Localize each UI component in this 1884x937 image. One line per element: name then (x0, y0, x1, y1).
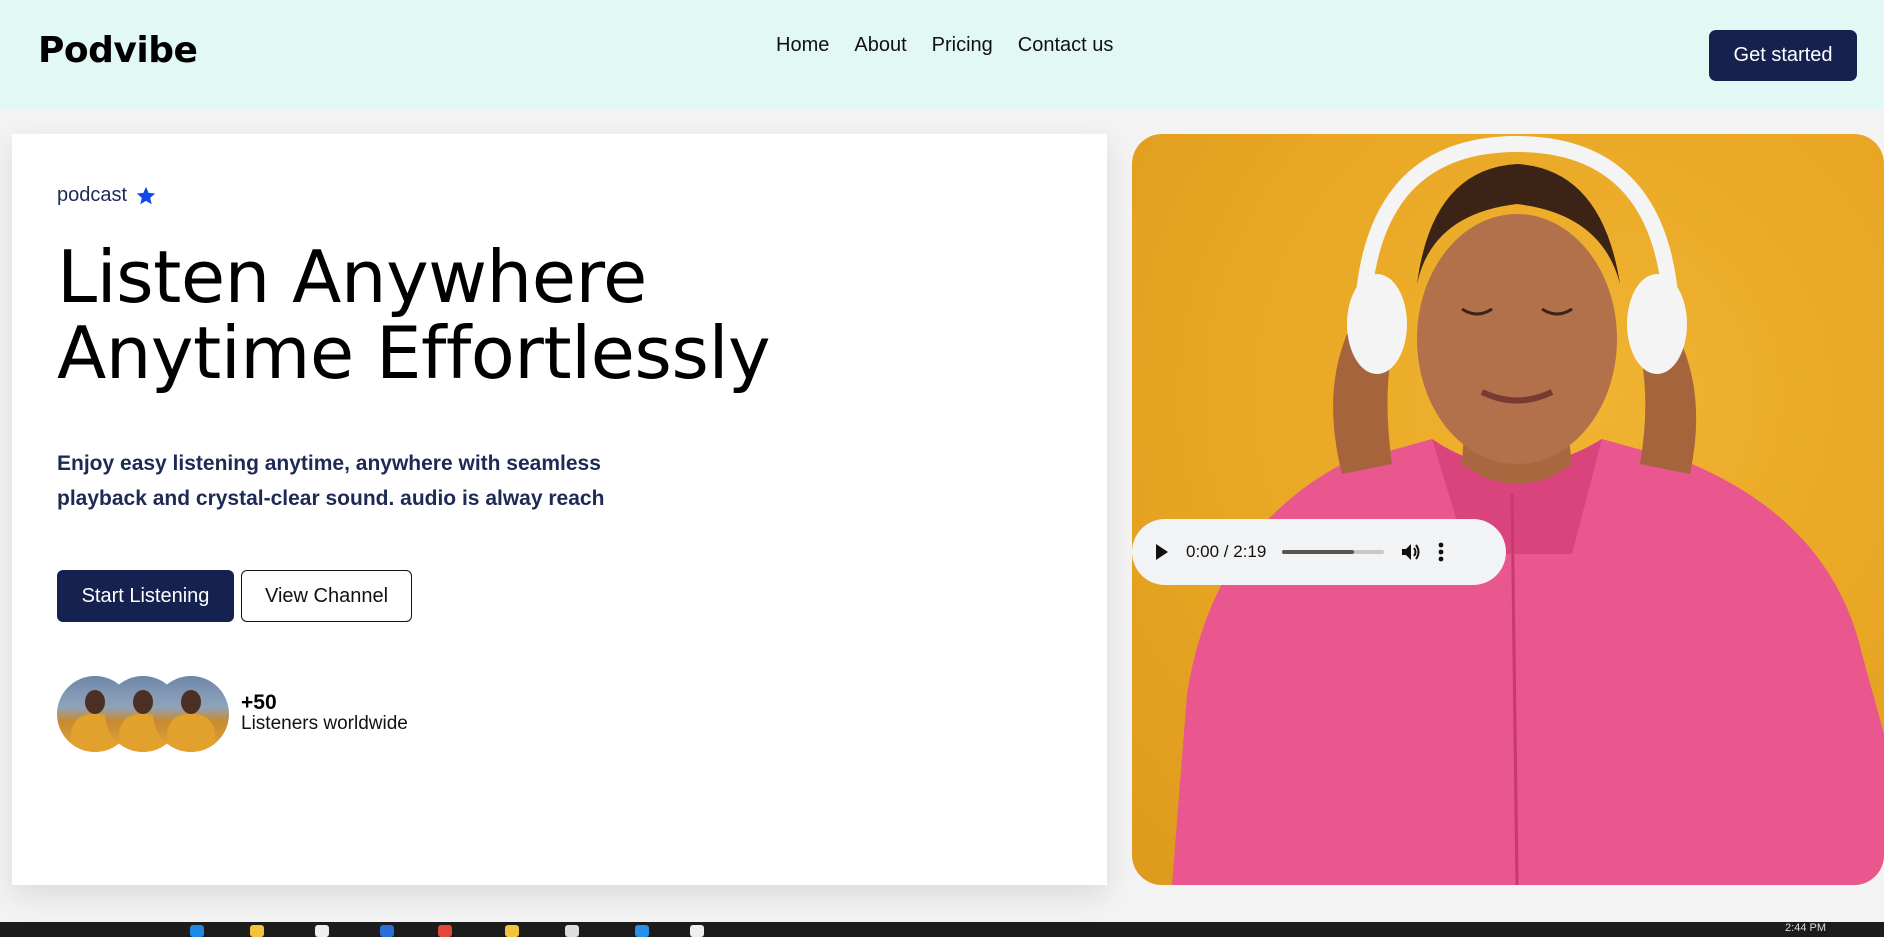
person-with-headphones-image (1172, 135, 1884, 885)
brand-logo[interactable]: Podvibe (38, 30, 198, 71)
audio-seek-bar[interactable] (1282, 550, 1385, 554)
listeners-block: +50 Listeners worldwide (57, 676, 408, 752)
hero-card: podcast Listen Anywhere Anytime Effortle… (12, 134, 1107, 885)
nav-links: Home About Pricing Contact us (776, 34, 1113, 57)
subtext-line-1: Enjoy easy listening anytime, anywhere w… (57, 452, 601, 475)
hero-subtext: Enjoy easy listening anytime, anywhere w… (57, 446, 657, 516)
hero-headline: Listen Anywhere Anytime Effortlessly (57, 239, 817, 391)
taskbar-browser-icon[interactable] (565, 925, 579, 937)
hero-buttons: Start Listening View Channel (57, 570, 412, 622)
taskbar-terminal-icon[interactable] (690, 925, 704, 937)
nav-link-contact[interactable]: Contact us (1018, 34, 1114, 57)
taskbar: 2:44 PM (0, 922, 1884, 937)
start-listening-button[interactable]: Start Listening (57, 570, 234, 622)
subtext-line-2: playback and crystal-clear sound. audio … (57, 487, 605, 510)
get-started-button[interactable]: Get started (1709, 30, 1857, 81)
view-channel-button[interactable]: View Channel (241, 570, 412, 622)
taskbar-edge-icon[interactable] (190, 925, 204, 937)
taskbar-chrome-icon[interactable] (438, 925, 452, 937)
navbar: Podvibe Home About Pricing Contact us Ge… (0, 0, 1884, 110)
taskbar-folder-icon[interactable] (250, 925, 264, 937)
nav-link-about[interactable]: About (854, 34, 906, 57)
hero-photo (1132, 134, 1884, 885)
nav-link-home[interactable]: Home (776, 34, 829, 57)
taskbar-vscode-icon[interactable] (635, 925, 649, 937)
taskbar-clock: 2:44 PM (1785, 922, 1826, 934)
listener-label: Listeners worldwide (241, 713, 408, 734)
eyebrow: podcast (57, 184, 157, 207)
play-icon[interactable] (1154, 543, 1170, 561)
eyebrow-label: podcast (57, 184, 128, 206)
avatar (153, 676, 229, 752)
star-icon (136, 186, 156, 204)
taskbar-store-icon[interactable] (315, 925, 329, 937)
listener-count: +50 (241, 691, 277, 714)
taskbar-app-icon[interactable] (380, 925, 394, 937)
nav-link-pricing[interactable]: Pricing (932, 34, 993, 57)
more-icon[interactable] (1438, 542, 1444, 562)
audio-time: 0:00 / 2:19 (1186, 542, 1267, 561)
headline-line-1: Listen Anywhere (57, 235, 647, 319)
avatar-group (57, 676, 229, 752)
audio-player[interactable]: 0:00 / 2:19 (1132, 519, 1506, 585)
listener-text: +50 Listeners worldwide (241, 691, 408, 735)
taskbar-files-icon[interactable] (505, 925, 519, 937)
headline-line-2: Anytime Effortlessly (57, 311, 771, 395)
volume-icon[interactable] (1400, 542, 1422, 562)
audio-seek-fill (1282, 550, 1354, 554)
